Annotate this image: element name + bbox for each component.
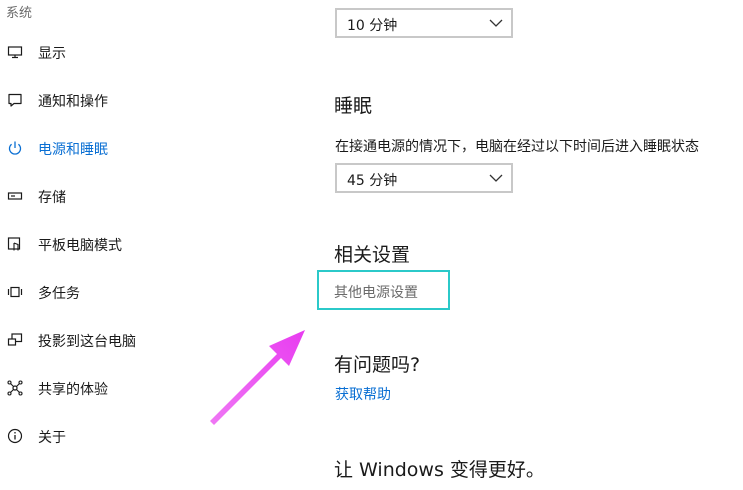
sidebar-item-label: 关于	[38, 430, 66, 446]
sidebar-item-notifications[interactable]: 通知和操作	[0, 80, 300, 120]
sidebar-item-storage[interactable]: 存储	[0, 176, 300, 216]
multitask-icon	[7, 284, 23, 300]
power-icon	[7, 140, 23, 156]
sidebar-section-label: 系统	[6, 6, 33, 21]
shared-experience-icon	[7, 380, 23, 396]
notification-icon	[7, 92, 23, 108]
sidebar-item-power-sleep[interactable]: 电源和睡眠	[0, 128, 300, 168]
project-icon	[7, 332, 23, 348]
sidebar-item-label: 通知和操作	[38, 94, 108, 110]
sleep-heading: 睡眠	[334, 95, 373, 117]
get-help-link[interactable]: 获取帮助	[335, 384, 391, 404]
sidebar-item-display[interactable]: 显示	[0, 32, 300, 72]
sleep-timeout-value: 45 分钟	[347, 173, 398, 189]
sidebar-item-about[interactable]: 关于	[0, 416, 300, 456]
sidebar-item-project[interactable]: 投影到这台电脑	[0, 320, 300, 360]
related-settings-heading: 相关设置	[334, 244, 411, 266]
sidebar-item-label: 电源和睡眠	[38, 142, 108, 158]
sidebar-item-label: 平板电脑模式	[38, 238, 122, 254]
sidebar-item-label: 存储	[38, 190, 66, 206]
screen-timeout-value: 10 分钟	[347, 18, 398, 34]
additional-power-settings-link[interactable]: 其他电源设置	[334, 282, 418, 302]
sidebar-item-label: 多任务	[38, 286, 80, 302]
sidebar-item-tablet-mode[interactable]: 平板电脑模式	[0, 224, 300, 264]
storage-icon	[7, 188, 23, 204]
screen-timeout-dropdown[interactable]: 10 分钟	[335, 8, 513, 38]
sleep-description: 在接通电源的情况下，电脑在经过以下时间后进入睡眠状态	[335, 139, 699, 155]
chevron-down-icon	[489, 174, 503, 182]
tablet-mode-icon	[7, 236, 23, 252]
info-icon	[7, 428, 23, 444]
feedback-heading: 让 Windows 变得更好。	[334, 459, 545, 481]
help-heading: 有问题吗?	[334, 354, 421, 376]
sidebar-item-label: 共享的体验	[38, 382, 108, 398]
sidebar-item-label: 显示	[38, 46, 66, 62]
sleep-timeout-dropdown[interactable]: 45 分钟	[335, 163, 513, 193]
sidebar-item-multitasking[interactable]: 多任务	[0, 272, 300, 312]
sidebar-item-label: 投影到这台电脑	[38, 334, 136, 350]
monitor-icon	[7, 44, 23, 60]
sidebar-item-shared-experiences[interactable]: 共享的体验	[0, 368, 300, 408]
chevron-down-icon	[489, 19, 503, 27]
